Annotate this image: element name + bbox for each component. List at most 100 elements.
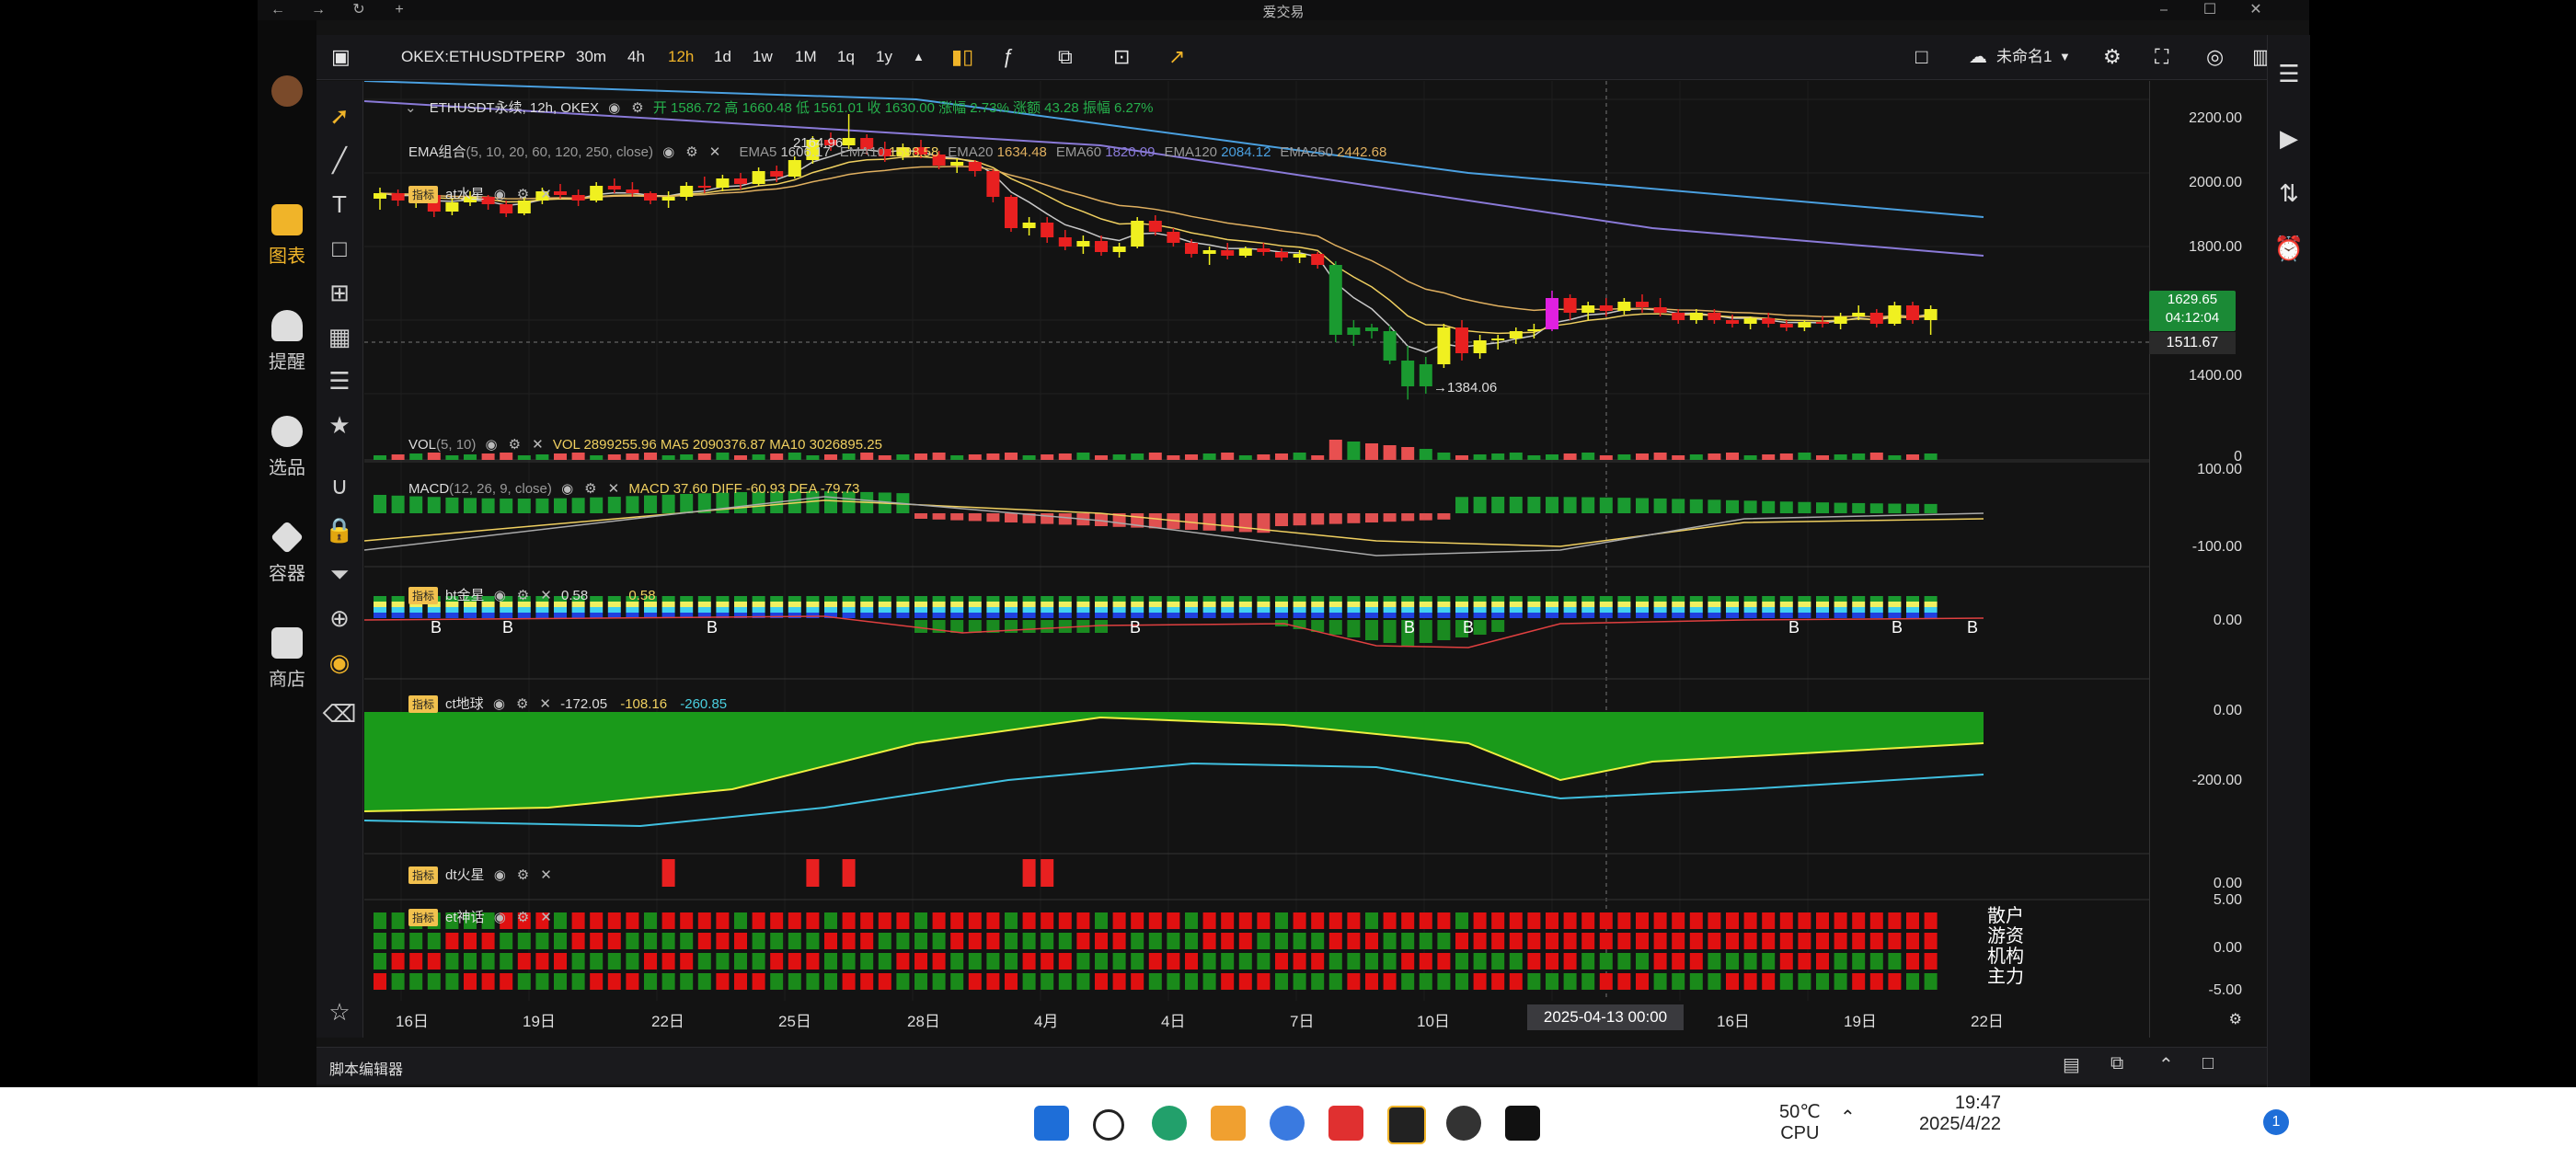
visibility-icon[interactable]: ◉ [494,588,506,603]
script-editor-tab[interactable]: 脚本编辑器 [329,1057,403,1079]
tiktok-icon[interactable] [1505,1106,1540,1141]
settings-icon[interactable]: ⚙ [584,481,596,497]
chrome-icon[interactable] [1446,1106,1481,1141]
settings-icon[interactable]: ⚙ [2103,35,2122,79]
interval-1q[interactable]: 1q [837,35,855,79]
trend-icon[interactable]: ↗ [1168,35,1185,79]
gallery-icon[interactable] [1211,1106,1246,1141]
visibility-icon[interactable]: ◉ [662,144,674,160]
favorite-icon[interactable]: ☆ [316,992,362,1032]
settings-icon[interactable]: ⚙ [517,588,529,603]
maximize-icon[interactable]: ☐ [2190,0,2230,20]
close-icon[interactable]: ✕ [540,867,552,883]
interval-1y[interactable]: 1y [876,35,892,79]
visibility-icon[interactable]: ◉ [486,437,498,453]
popout-icon[interactable]: ⧉ [2110,1053,2123,1074]
pattern-icon[interactable]: ⊞ [316,272,362,313]
settings-icon[interactable]: ⚙ [685,144,697,160]
windows-start-icon[interactable] [1034,1106,1069,1141]
trendline-icon[interactable]: ╱ [316,140,362,180]
sidebar-toggle-icon[interactable]: ▣ [331,35,351,79]
settings-icon[interactable]: ⚙ [516,696,528,712]
trading-app-icon[interactable] [1387,1106,1426,1144]
fullscreen-icon[interactable]: ⛶ [2155,35,2168,79]
star-icon[interactable]: ★ [316,405,362,445]
visibility-icon[interactable]: ◉ [493,696,505,712]
filter-icon[interactable]: ⏷ [316,554,362,594]
visibility-icon[interactable]: ◉ [561,481,573,497]
snapshot-icon[interactable]: ⊡ [1113,35,1130,79]
chart-canvas[interactable]: 2164.96 →1384.06 BBBBBBBBB 散户 游资 机构 主力 [364,81,2149,1038]
symbol-selector[interactable]: OKEX:ETHUSDTPERP [401,35,566,79]
avatar[interactable] [258,75,316,112]
interval-30m[interactable]: 30m [576,35,606,79]
minimize-icon[interactable]: ⎯ [2144,0,2184,20]
settings-icon[interactable]: ⚙ [631,100,643,116]
magnet-icon[interactable]: ∪ [316,465,362,506]
text-icon[interactable]: T [316,184,362,224]
close-icon[interactable]: ✕ [540,588,552,603]
indicator-icon[interactable]: ƒ [1003,35,1014,79]
close-icon[interactable]: ✕ [709,144,721,160]
compare-icon[interactable]: ⧉ [1058,35,1073,79]
trade-icon[interactable]: ⇅ [2268,173,2310,213]
browser-icon[interactable] [1270,1106,1305,1141]
price-axis[interactable]: 2200.00 2000.00 1800.00 1400.00 0 100.00… [2149,81,2268,1038]
layout-name[interactable]: 未命名1 [1996,35,2052,79]
rail-item-screener[interactable]: 选品 [258,416,316,479]
collapse-icon[interactable]: ⌄ [405,100,417,116]
play-icon[interactable]: ▶ [2268,118,2310,158]
notification-badge[interactable]: 1 [2263,1109,2289,1135]
eraser-icon[interactable]: ⌫ [316,694,362,734]
cloud-icon[interactable]: ☁ [1969,35,1987,79]
rectangle-icon[interactable]: □ [316,228,362,269]
close-icon[interactable]: ✕ [540,187,552,202]
interval-4h[interactable]: 4h [627,35,645,79]
visibility-icon[interactable]: ◉ [494,867,506,883]
interval-1M[interactable]: 1M [795,35,817,79]
camera-icon[interactable]: ◎ [2206,35,2224,79]
lock-icon[interactable]: 🔒 [316,510,362,550]
close-icon[interactable]: ✕ [532,437,544,453]
settings-icon[interactable]: ⚙ [509,437,521,453]
layout-dropdown-icon[interactable]: ▼ [2059,35,2071,79]
fib-icon[interactable]: ☰ [316,361,362,401]
rail-item-store[interactable]: 商店 [258,627,316,691]
interval-1w[interactable]: 1w [753,35,773,79]
buy-signal-marker: B [1892,618,1903,637]
close-icon[interactable]: ✕ [540,910,552,925]
watchlist-icon[interactable]: ☰ [2268,53,2310,94]
alarm-clock-icon[interactable]: ⏰ [2268,228,2310,269]
axis-settings-icon[interactable]: ⚙ [2229,1010,2242,1028]
cursor-icon[interactable]: ➚ [316,96,362,136]
rail-item-alert[interactable]: 提醒 [258,310,316,373]
maximize-panel-icon[interactable]: □ [2202,1053,2214,1074]
time-axis[interactable]: 16日 19日 22日 25日 28日 4月 4日 7日 10日 16日 19日… [364,1003,2149,1039]
interval-1d[interactable]: 1d [714,35,731,79]
grid-icon[interactable]: ▦ [316,316,362,357]
close-icon[interactable]: ✕ [608,481,620,497]
search-icon[interactable] [1093,1109,1124,1141]
tray-overflow-icon[interactable]: ⌃ [1840,1106,1856,1129]
rail-item-container[interactable]: 容器 [258,520,316,585]
settings-icon[interactable]: ⚙ [517,867,529,883]
visibility-icon[interactable]: ◉ [608,100,620,116]
candle-type-icon[interactable]: ▮▯ [951,35,973,79]
close-icon[interactable]: ✕ [2236,0,2276,20]
panel-icon[interactable]: ▤ [2063,1053,2080,1076]
edge-icon[interactable] [1152,1106,1187,1141]
volume-bar [1257,454,1271,460]
settings-icon[interactable]: ⚙ [517,187,529,202]
settings-icon[interactable]: ⚙ [517,910,529,925]
wps-icon[interactable] [1328,1106,1363,1141]
visibility-icon[interactable]: ◉ [494,187,506,202]
target-icon[interactable]: ⊕ [316,598,362,638]
close-icon[interactable]: ✕ [539,696,551,712]
rail-item-chart[interactable]: 图表 [258,204,316,268]
collapse-up-icon[interactable]: ⌃ [2158,1053,2174,1076]
interval-dropdown-icon[interactable]: ▲ [913,35,925,79]
layout-square-icon[interactable]: □ [1915,35,1927,79]
visibility-icon[interactable]: ◉ [494,910,506,925]
eye-hide-icon[interactable]: ◉ [316,642,362,683]
interval-12h[interactable]: 12h [668,35,694,79]
